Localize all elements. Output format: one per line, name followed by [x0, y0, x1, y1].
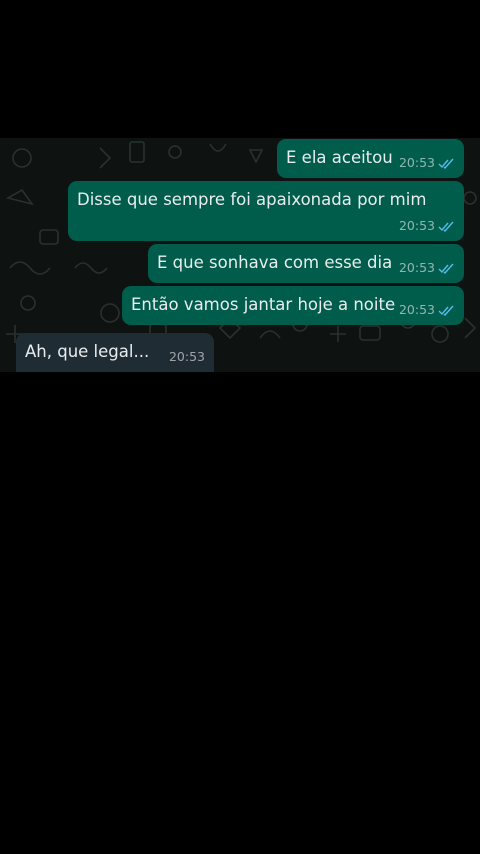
- message-text: E que sonhava com esse dia: [157, 253, 393, 272]
- message-meta: 20:53: [399, 300, 455, 320]
- message-bubble-incoming[interactable]: Ah, que legal... 20:53: [16, 333, 214, 372]
- message-text: Então vamos jantar hoje a noite: [131, 295, 396, 314]
- double-check-read-icon: [438, 158, 454, 169]
- message-bubble-outgoing[interactable]: E que sonhava com esse dia 20:53: [148, 244, 464, 283]
- message-meta: 20:53: [399, 258, 455, 278]
- message-time: 20:53: [398, 302, 435, 317]
- message-bubble-outgoing[interactable]: Disse que sempre foi apaixonada por mim …: [68, 181, 464, 241]
- message-time: 20:53: [398, 218, 435, 233]
- screen: E ela aceitou 20:53 Disse que sempre foi…: [0, 0, 480, 854]
- double-check-read-icon: [438, 305, 454, 316]
- message-text: Ah, que legal...: [25, 342, 150, 361]
- message-time: 20:53: [168, 349, 205, 364]
- chat-area[interactable]: E ela aceitou 20:53 Disse que sempre foi…: [0, 138, 480, 372]
- double-check-read-icon: [438, 221, 454, 232]
- message-time: 20:53: [398, 260, 435, 275]
- message-bubble-outgoing[interactable]: E ela aceitou 20:53: [277, 139, 464, 178]
- message-text: Disse que sempre foi apaixonada por mim: [77, 190, 427, 209]
- message-bubble-outgoing[interactable]: Então vamos jantar hoje a noite 20:53: [122, 286, 464, 325]
- message-time: 20:53: [398, 155, 435, 170]
- message-meta: 20:53: [399, 153, 455, 173]
- message-meta: 20:53: [399, 216, 455, 236]
- double-check-read-icon: [438, 263, 454, 274]
- message-text: E ela aceitou: [286, 148, 393, 167]
- message-meta: 20:53: [169, 347, 205, 367]
